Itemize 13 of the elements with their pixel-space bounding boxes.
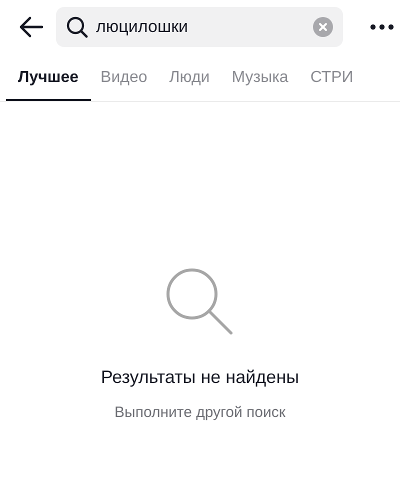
search-icon	[66, 16, 88, 38]
search-field[interactable]: люцилошки	[56, 7, 343, 47]
search-icon	[165, 267, 235, 337]
empty-subtitle: Выполните другой поиск	[114, 404, 286, 421]
tab[interactable]: Лучшее	[6, 63, 91, 101]
more-icon[interactable]	[369, 23, 395, 31]
search-input[interactable]: люцилошки	[96, 17, 305, 37]
tab[interactable]: Музыка	[232, 63, 288, 101]
tab[interactable]: СТРИ	[310, 63, 354, 101]
empty-title: Результаты не найдены	[100, 367, 300, 388]
tab[interactable]: Видео	[100, 63, 148, 101]
back-icon[interactable]	[18, 16, 44, 38]
tab[interactable]: Люди	[169, 63, 210, 101]
